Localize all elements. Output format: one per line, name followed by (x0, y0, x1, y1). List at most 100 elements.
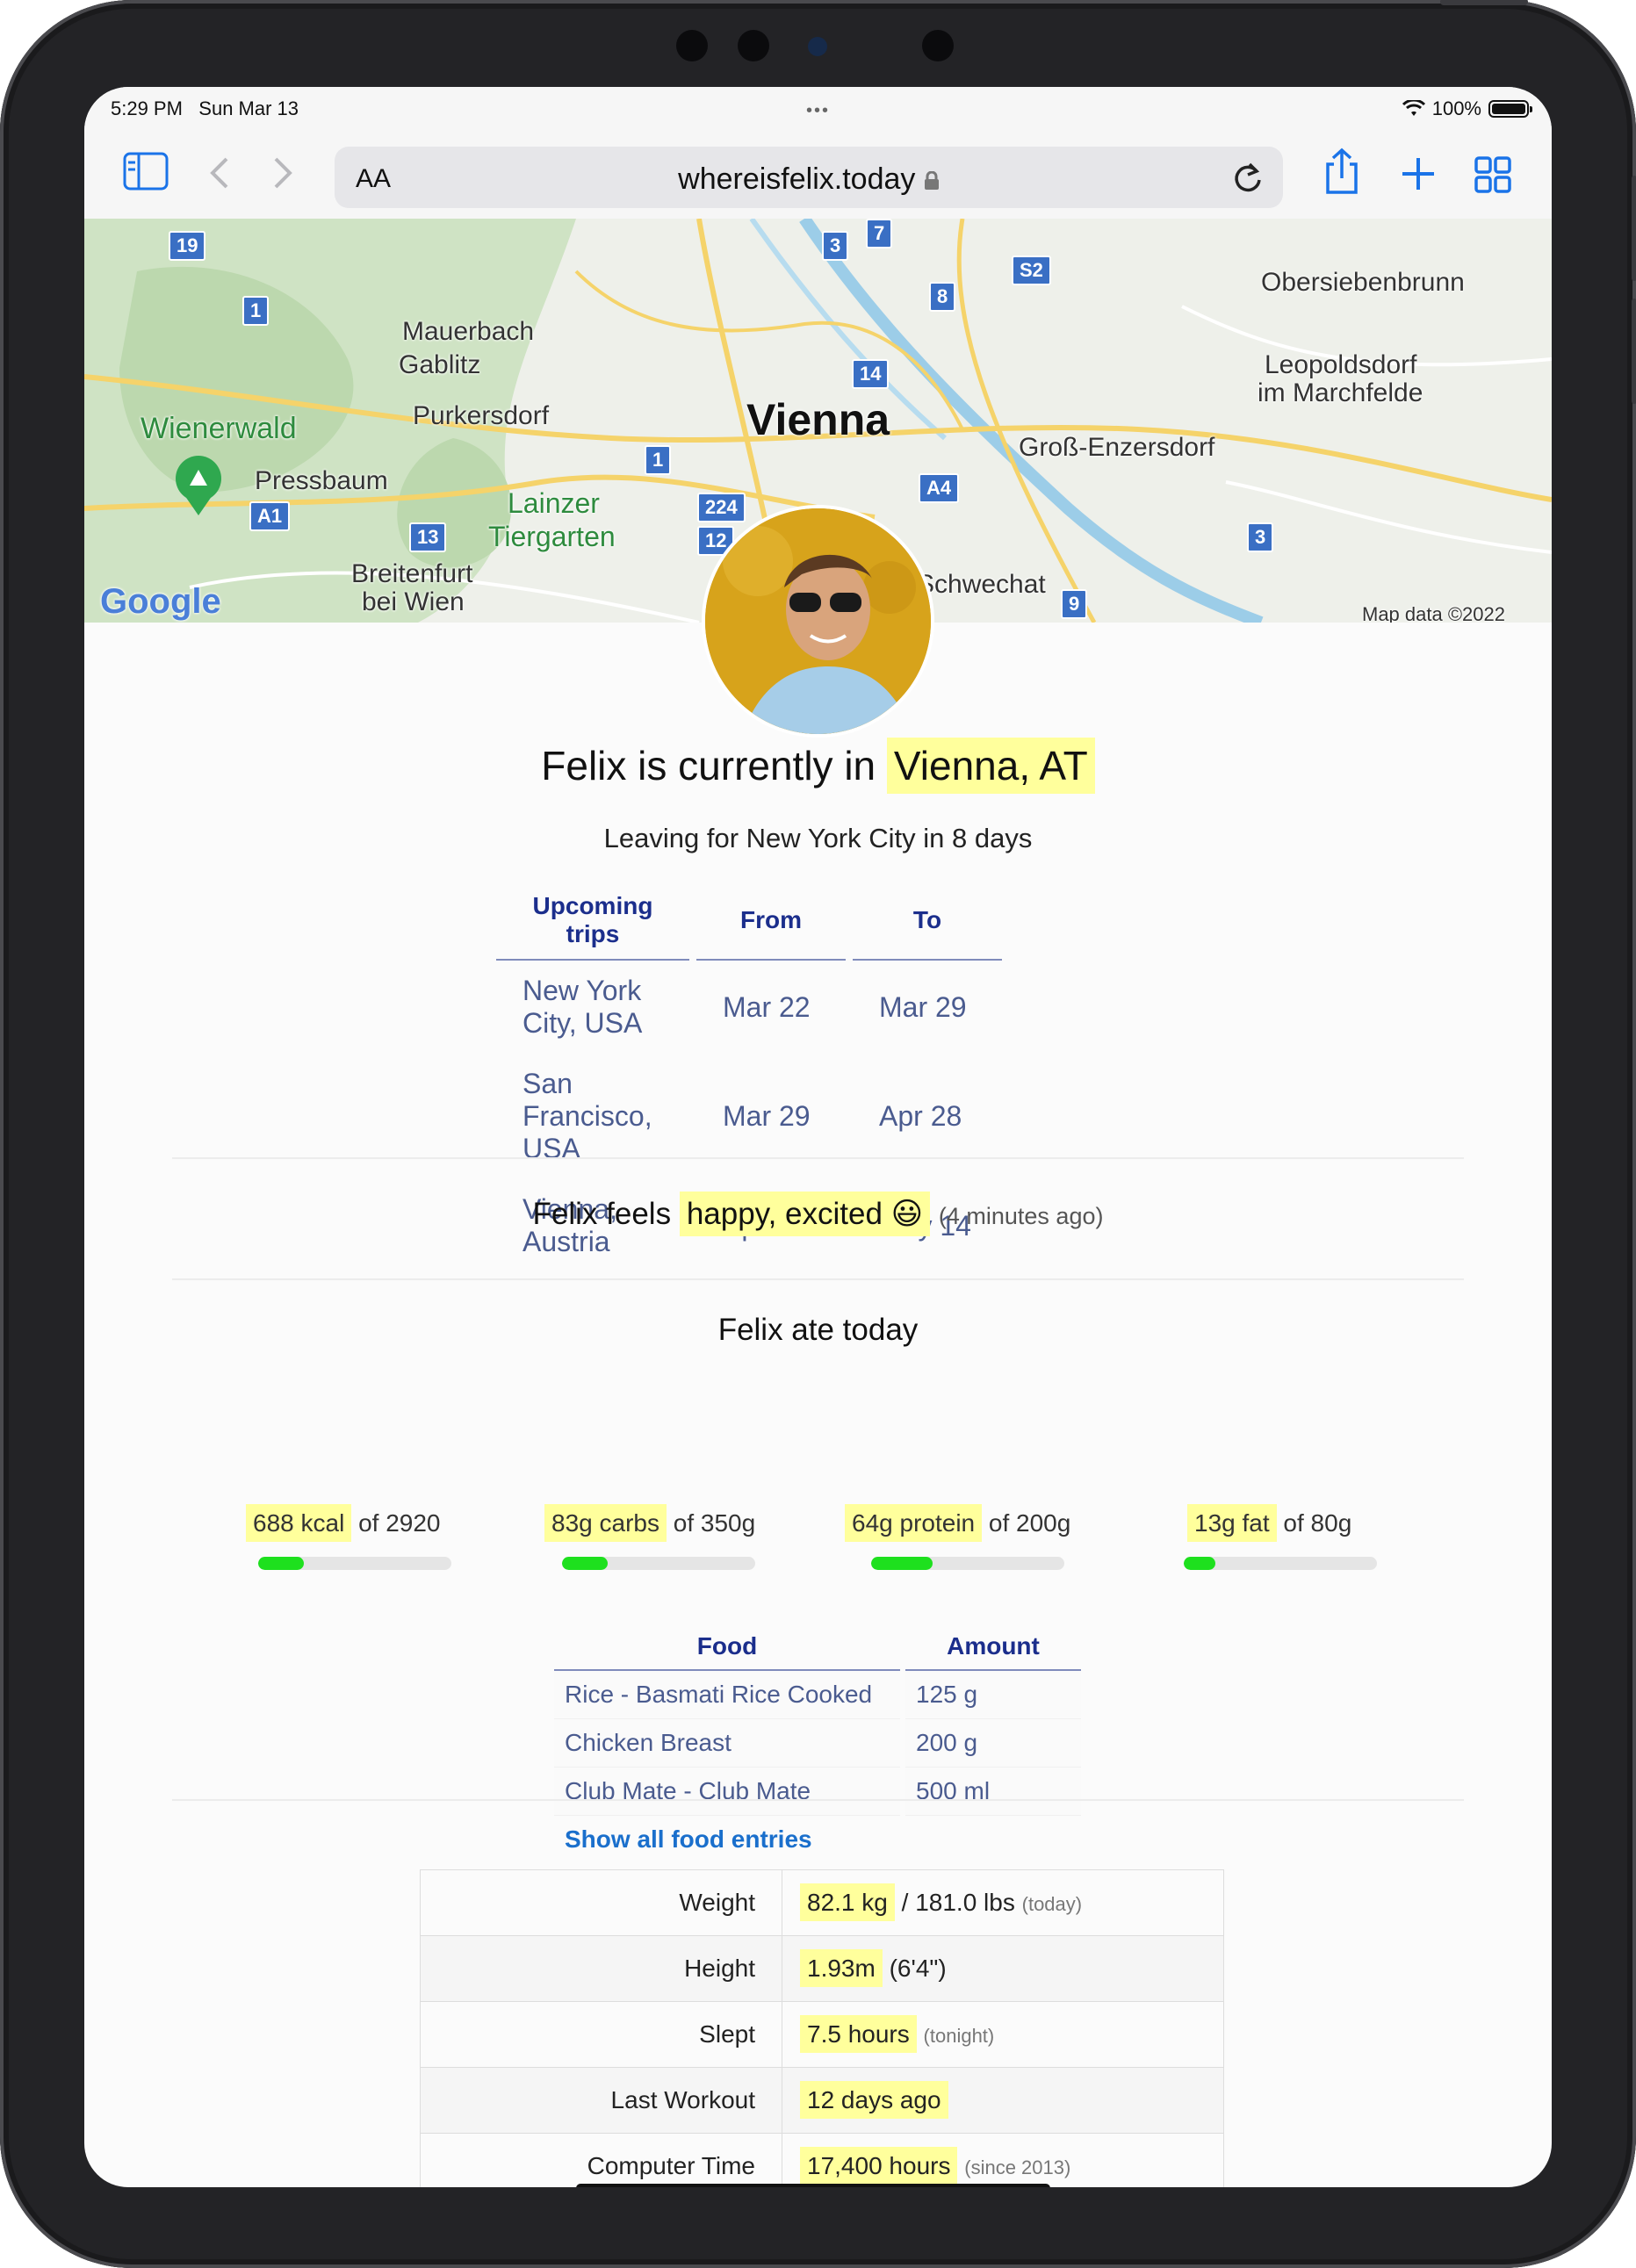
map-label: Leopoldsdorf (1265, 350, 1417, 379)
section-divider (172, 1157, 1464, 1159)
progress-bar (258, 1557, 451, 1570)
profile-avatar (702, 505, 934, 738)
map-label: bei Wien (362, 587, 465, 616)
route-shield: 9 (1061, 589, 1088, 619)
macro-protein: 64g protein of 200g (845, 1504, 1071, 1570)
front-camera (808, 37, 827, 56)
stat-value-cell: 17,400 hours (since 2013) (782, 2133, 1224, 2187)
volume-down-button (1632, 299, 1636, 404)
route-shield: 13 (409, 522, 447, 552)
map-label: Obersiebenbrunn (1261, 268, 1465, 297)
sidebar-icon[interactable] (123, 152, 169, 191)
location-prefix: Felix is currently in (541, 743, 876, 788)
macro-carbs: 83g carbs of 350g (544, 1504, 755, 1570)
screen: 5:29 PM Sun Mar 13 ••• 100% AA whereisfe… (84, 87, 1552, 2187)
macro-value: 13g fat (1187, 1504, 1277, 1542)
stat-value: 12 days ago (800, 2081, 948, 2119)
route-shield: 224 (697, 493, 746, 522)
volume-up-button (1632, 176, 1636, 281)
show-all-food-link[interactable]: Show all food entries (565, 1825, 812, 1853)
trip-from: Mar 29 (723, 1100, 811, 1132)
reload-icon[interactable] (1232, 161, 1264, 194)
trip-to: Apr 28 (879, 1100, 962, 1132)
stat-label: Slept (420, 2001, 782, 2068)
status-bar: 5:29 PM Sun Mar 13 ••• 100% (84, 87, 1552, 131)
url-text[interactable]: whereisfelix.today (335, 162, 1283, 197)
back-chevron-icon[interactable] (207, 155, 232, 191)
table-row: Rice - Basmati Rice Cooked 125 g (554, 1671, 1081, 1719)
macro-goal: of 200g (988, 1509, 1071, 1537)
map-label: Purkersdorf (413, 401, 550, 430)
progress-bar (562, 1557, 755, 1570)
lock-icon (924, 170, 939, 191)
safari-toolbar: AA whereisfelix.today (84, 131, 1552, 220)
status-time: 5:29 PM Sun Mar 13 (111, 97, 299, 119)
table-row: San Francisco, USA Mar 29 Apr 28 (496, 1054, 1002, 1179)
route-shield: A4 (919, 473, 960, 503)
stat-value: 17,400 hours (800, 2147, 958, 2185)
address-bar[interactable]: AA whereisfelix.today (335, 147, 1283, 208)
leaving-text: Leaving for New York City in 8 days (603, 823, 1033, 853)
location-heading: Felix is currently in Vienna, AT (84, 738, 1552, 794)
table-row: Slept 7.5 hours (tonight) (420, 2001, 1224, 2068)
route-shield: S2 (1012, 256, 1051, 285)
trip-to: Mar 29 (879, 990, 967, 1023)
macro-kcal: 688 kcal of 2920 (246, 1504, 451, 1570)
route-shield: 7 (866, 219, 893, 248)
forward-chevron-icon[interactable] (270, 155, 295, 191)
table-row: Chicken Breast 200 g (554, 1719, 1081, 1768)
battery-icon (1488, 100, 1532, 118)
stat-value: 7.5 hours (800, 2015, 917, 2053)
food-name: Club Mate - Club Mate (554, 1768, 900, 1816)
sensor-dot (676, 30, 708, 61)
sensor-dot (738, 30, 769, 61)
mood-prefix: Felix feels (532, 1197, 672, 1231)
new-tab-plus-icon[interactable] (1400, 155, 1437, 192)
map-label: Breitenfurt (351, 559, 473, 588)
macro-goal: of 80g (1283, 1509, 1352, 1537)
status-right: 100% (1402, 97, 1532, 120)
progress-fill (258, 1557, 304, 1570)
tab-overview-icon[interactable] (1474, 155, 1512, 194)
trip-destination: New York City, USA (523, 975, 643, 1039)
stat-label: Weight (420, 1869, 782, 1936)
battery-percent: 100% (1431, 97, 1481, 119)
macro-value: 83g carbs (544, 1504, 667, 1542)
multitasking-dots[interactable]: ••• (806, 101, 830, 121)
route-shield: 1 (242, 296, 270, 326)
stat-value: 82.1 kg (800, 1883, 895, 1921)
stat-value-cell: 12 days ago (782, 2067, 1224, 2134)
trips-header-to: To (853, 882, 1002, 961)
wifi-icon (1402, 100, 1425, 116)
route-shield: 1 (645, 445, 672, 475)
macro-value: 688 kcal (246, 1504, 352, 1542)
ipad-frame: 5:29 PM Sun Mar 13 ••• 100% AA whereisfe… (0, 0, 1636, 2268)
map-label: Lainzer (508, 487, 600, 519)
stat-value-cell: 82.1 kg / 181.0 lbs (today) (782, 1869, 1224, 1936)
mood-line: Felix feels happy, excited 😃 (4 minutes … (84, 1192, 1552, 1236)
food-name: Rice - Basmati Rice Cooked (554, 1671, 900, 1719)
macro-goal: of 2920 (358, 1509, 441, 1537)
macro-value: 64g protein (845, 1504, 983, 1542)
trips-header-destination: Upcoming trips (496, 882, 689, 961)
mood-timestamp: (4 minutes ago) (938, 1203, 1104, 1229)
share-icon[interactable] (1322, 147, 1361, 196)
map-label: Pressbaum (255, 466, 388, 495)
progress-bar (871, 1557, 1064, 1570)
stat-label: Last Workout (420, 2067, 782, 2134)
table-row: Computer Time 17,400 hours (since 2013) (420, 2133, 1224, 2187)
map-copyright: Map data ©2022 (1362, 603, 1505, 623)
home-indicator[interactable] (576, 2184, 1050, 2187)
stat-value-cell: 1.93m (6'4") (782, 1935, 1224, 2002)
progress-bar (1184, 1557, 1377, 1570)
show-all-cell: Show all food entries (554, 1816, 1081, 1863)
food-title: Felix ate today (717, 1313, 919, 1347)
stat-extra: (6'4") (889, 1955, 947, 1982)
progress-fill (871, 1557, 933, 1570)
top-button (1440, 0, 1528, 5)
map-label: Mauerbach (402, 317, 535, 346)
food-table: Food Amount Rice - Basmati Rice Cooked 1… (549, 1624, 1086, 1863)
stat-value-cell: 7.5 hours (tonight) (782, 2001, 1224, 2068)
stat-label: Height (420, 1935, 782, 2002)
avatar-photo (705, 508, 931, 734)
